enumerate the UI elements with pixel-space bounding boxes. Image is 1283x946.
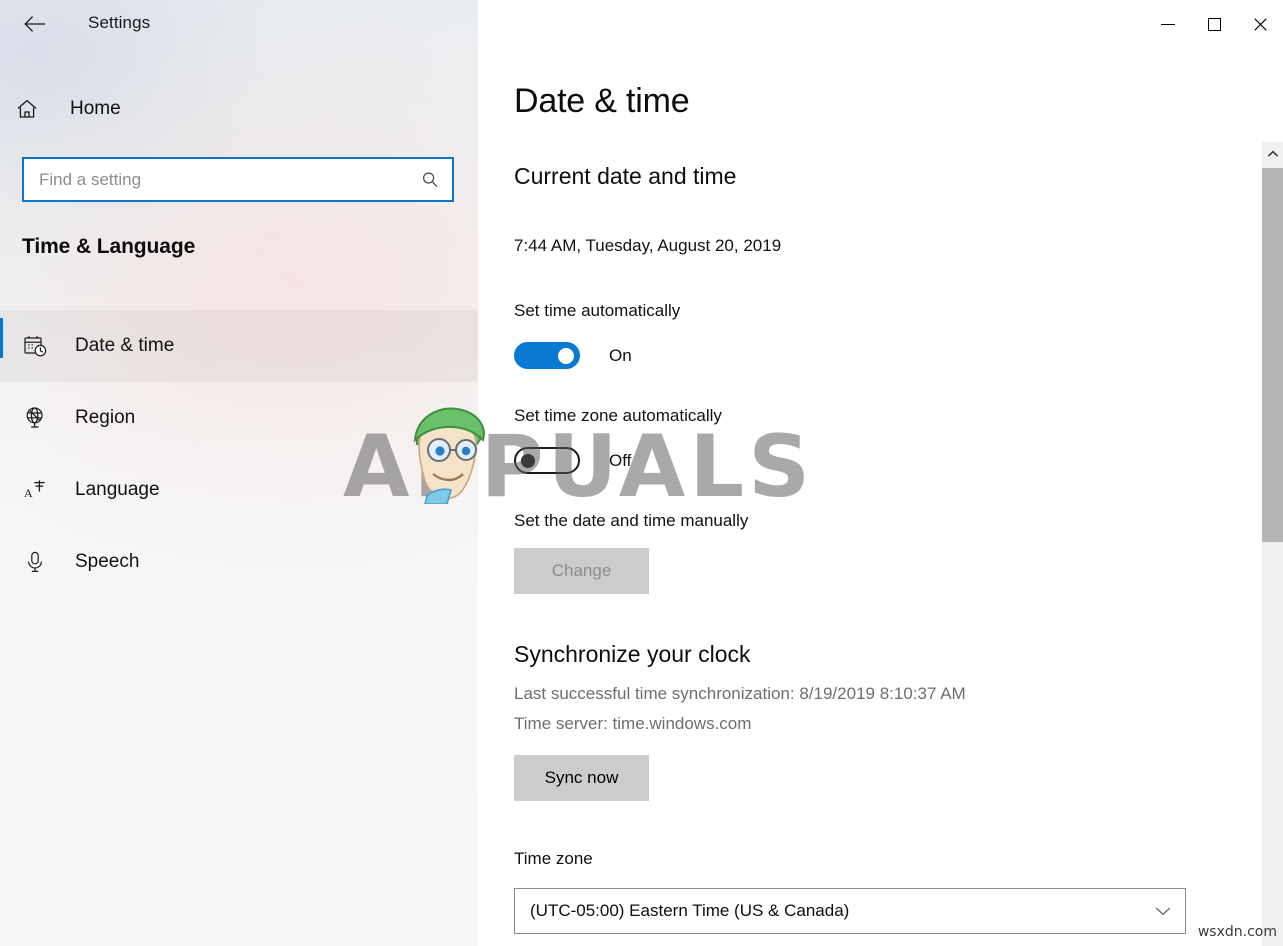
close-icon[interactable]: [1237, 0, 1283, 48]
synchronize-heading: Synchronize your clock: [514, 641, 751, 667]
change-button[interactable]: Change: [514, 548, 649, 594]
set-manually-label: Set the date and time manually: [514, 511, 749, 530]
chevron-up-icon[interactable]: [1262, 142, 1283, 166]
time-server-text: Time server: time.windows.com: [514, 714, 752, 733]
set-timezone-auto-state: Off: [609, 450, 632, 470]
search-input[interactable]: [24, 159, 408, 200]
sidebar-group-title: Time & Language: [22, 235, 196, 258]
sidebar-item-label: Language: [75, 479, 160, 500]
time-zone-label: Time zone: [514, 849, 593, 868]
toggle-knob: [521, 453, 535, 468]
title-bar: Settings: [0, 0, 1283, 48]
sidebar-item-date-time[interactable]: Date & time: [0, 310, 478, 382]
page-title: Date & time: [514, 82, 690, 120]
back-button[interactable]: [12, 4, 58, 44]
sidebar-item-region[interactable]: Region: [0, 382, 478, 454]
translate-icon: A: [8, 477, 62, 503]
search-box[interactable]: [22, 157, 454, 202]
set-timezone-auto-toggle[interactable]: [514, 447, 580, 474]
calendar-clock-icon: [8, 333, 62, 359]
current-date-value: 7:44 AM, Tuesday, August 20, 2019: [514, 236, 782, 255]
sidebar-item-label: Date & time: [75, 335, 175, 356]
sidebar: Home Time & Language: [0, 0, 478, 946]
time-zone-value: (UTC-05:00) Eastern Time (US & Canada): [530, 901, 850, 920]
toggle-knob: [558, 347, 574, 364]
set-time-auto-toggle[interactable]: [514, 342, 580, 369]
current-date-heading: Current date and time: [514, 163, 737, 189]
set-time-auto-label: Set time automatically: [514, 301, 681, 320]
sidebar-item-speech[interactable]: Speech: [0, 526, 478, 598]
vertical-scrollbar[interactable]: [1262, 142, 1283, 946]
sidebar-item-label: Region: [75, 407, 136, 428]
main-content: Date & time Current date and time 7:44 A…: [478, 0, 1283, 946]
set-time-auto-row[interactable]: On: [514, 342, 632, 369]
set-timezone-auto-row[interactable]: Off: [514, 447, 631, 474]
sidebar-home-label: Home: [70, 98, 121, 119]
settings-window: Home Time & Language: [0, 0, 1283, 946]
search-icon[interactable]: [408, 170, 452, 190]
window-title: Settings: [88, 13, 151, 32]
sidebar-item-language[interactable]: A Language: [0, 454, 478, 526]
sidebar-nav-list: Date & time Region A Language Speech: [0, 310, 478, 598]
time-zone-dropdown[interactable]: (UTC-05:00) Eastern Time (US & Canada): [514, 888, 1186, 934]
last-sync-text: Last successful time synchronization: 8/…: [514, 684, 966, 703]
microphone-icon: [8, 549, 62, 575]
maximize-icon[interactable]: [1191, 0, 1237, 48]
scrollbar-thumb[interactable]: [1262, 168, 1283, 542]
sidebar-item-home[interactable]: Home: [0, 86, 440, 132]
minimize-icon[interactable]: [1145, 0, 1191, 48]
sync-now-button[interactable]: Sync now: [514, 755, 649, 801]
set-timezone-auto-label: Set time zone automatically: [514, 406, 722, 425]
sidebar-item-label: Speech: [75, 551, 140, 572]
selection-indicator: [0, 318, 3, 358]
chevron-down-icon[interactable]: [1141, 905, 1185, 917]
globe-icon: [8, 405, 62, 431]
home-icon: [0, 96, 54, 122]
set-time-auto-state: On: [609, 345, 632, 365]
svg-text:A: A: [24, 486, 33, 500]
window-controls: [1145, 0, 1283, 48]
